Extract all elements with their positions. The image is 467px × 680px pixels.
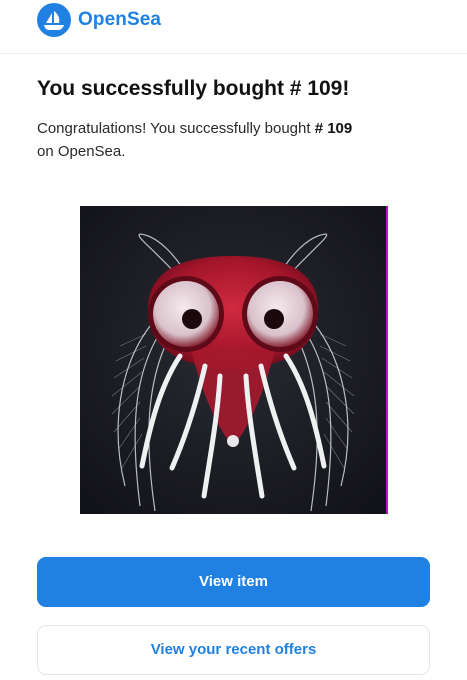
opensea-logo-icon [37,3,71,37]
message-suffix: on OpenSea. [37,143,126,160]
nft-image[interactable] [80,206,388,514]
view-item-button[interactable]: View item [37,557,430,607]
congratulations-message: Congratulations! You successfully bought… [37,117,437,163]
item-number: # 109 [314,120,353,137]
message-prefix: Congratulations! You successfully bought [37,120,311,137]
view-recent-offers-button[interactable]: View your recent offers [37,625,430,675]
brand-name: OpenSea [78,9,162,30]
nft-creature-image [80,206,386,514]
page-title: You successfully bought # 109! [37,77,350,100]
email-header: OpenSea [0,0,467,54]
